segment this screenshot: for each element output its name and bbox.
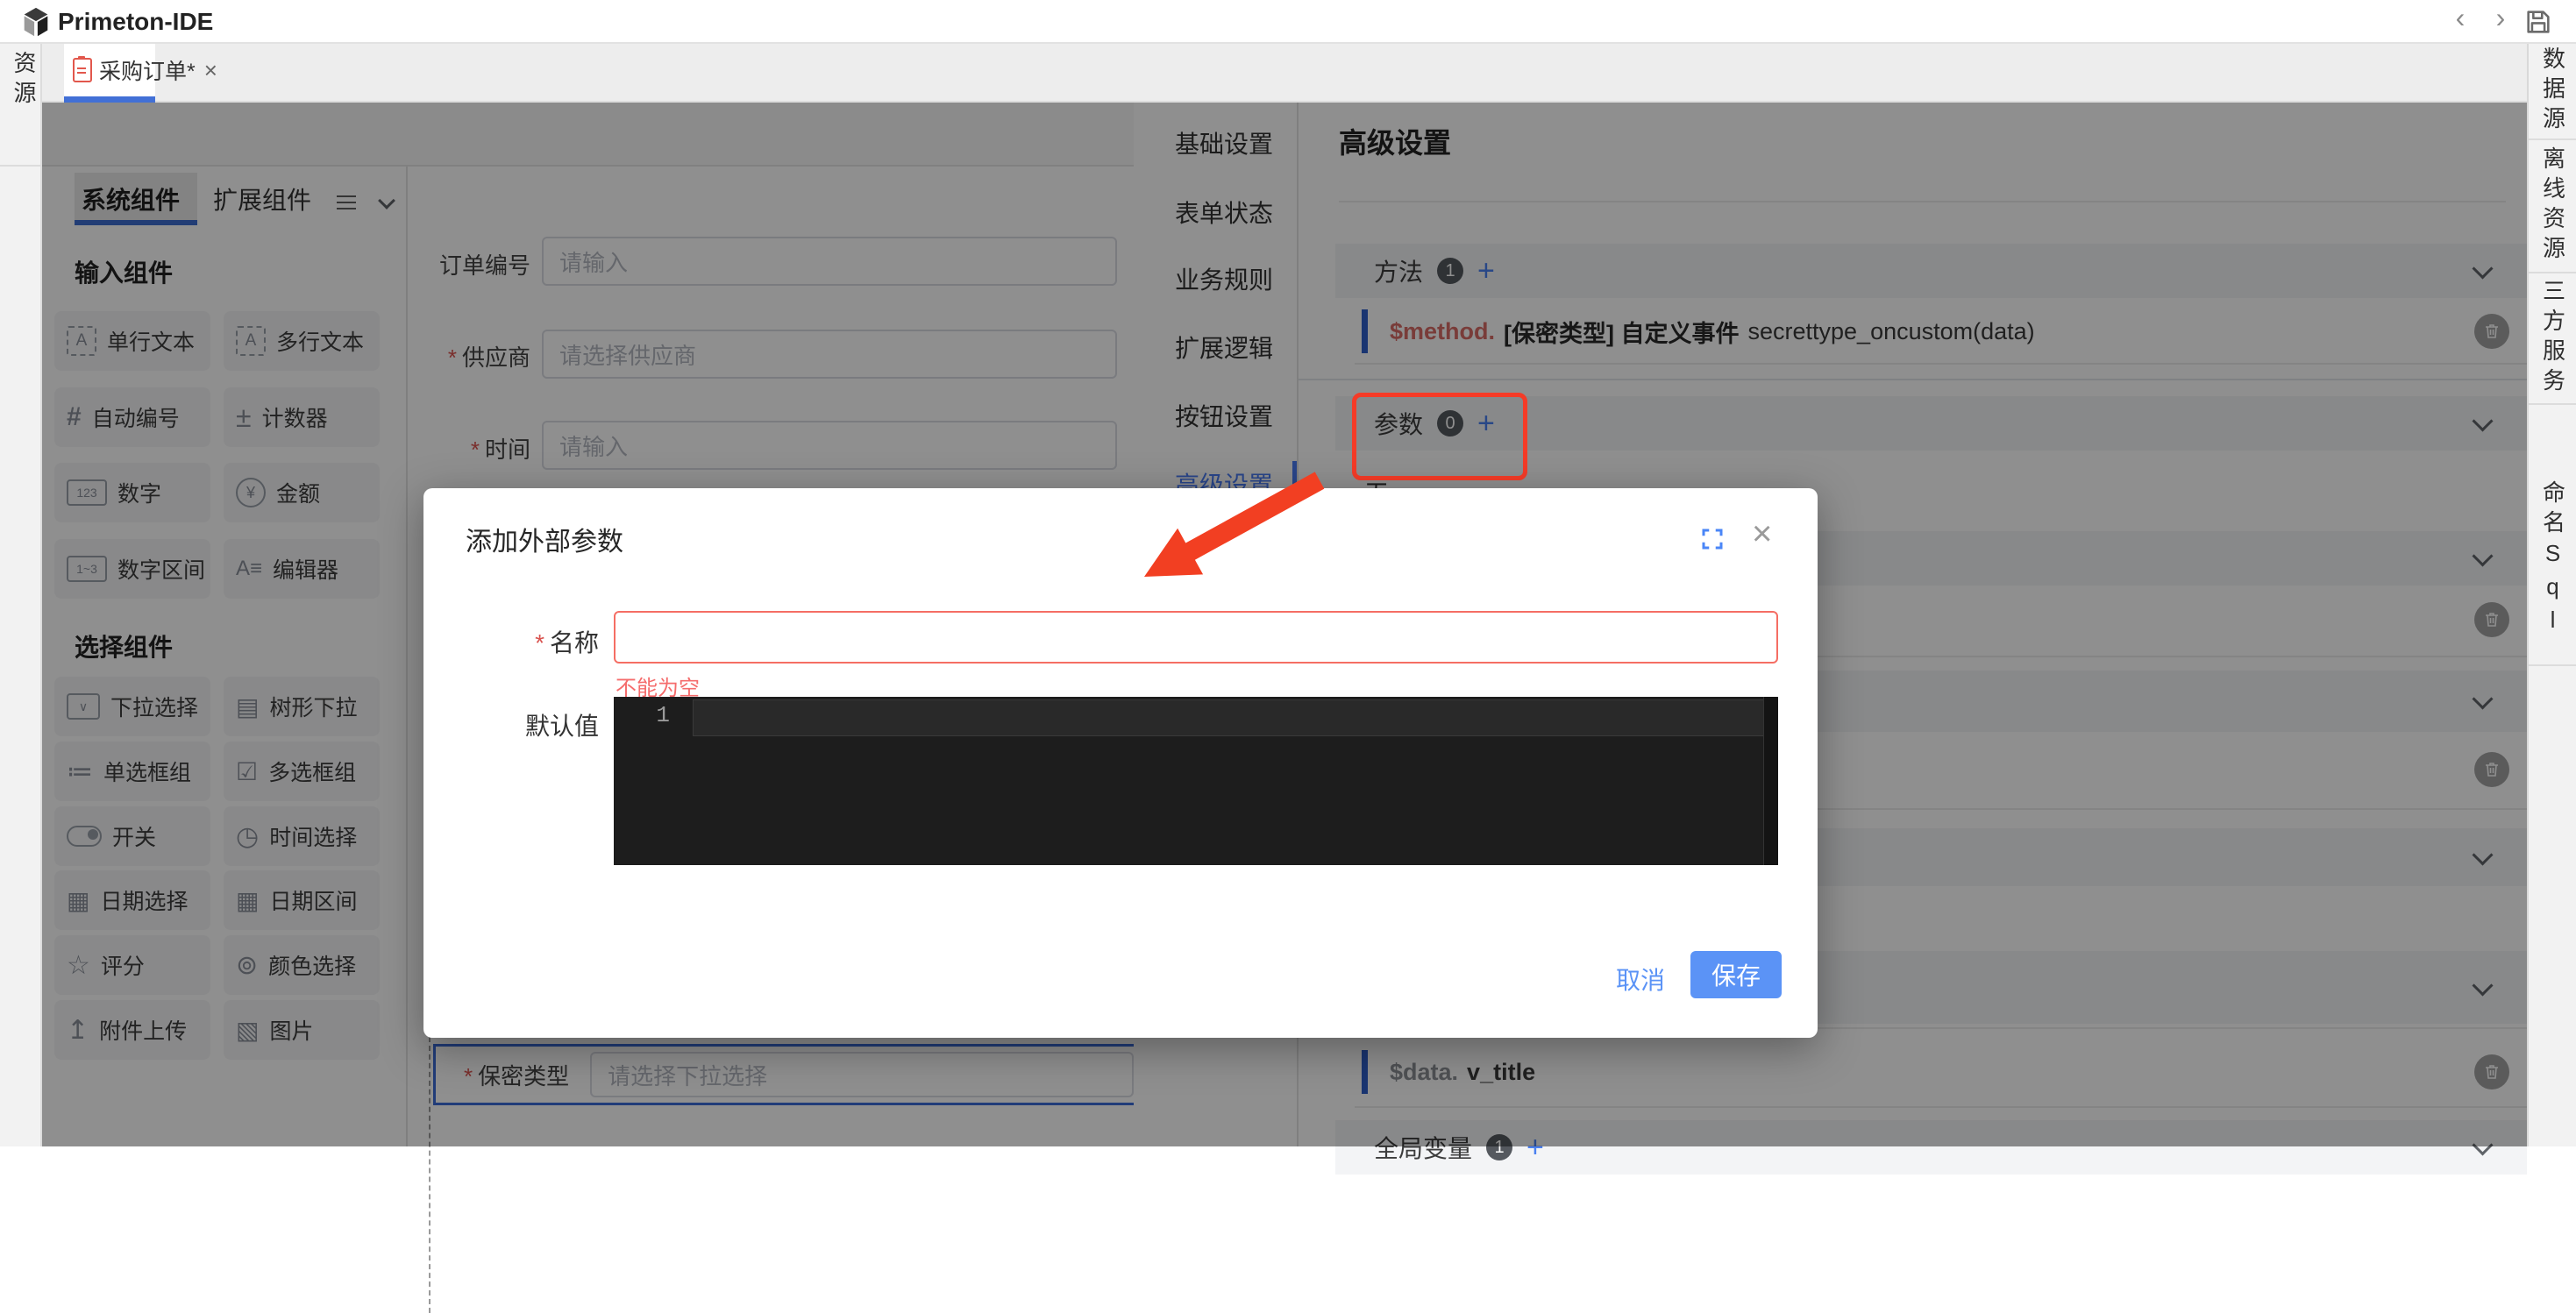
nav-back-icon[interactable]: ‹ bbox=[2443, 2, 2478, 34]
tab-active-underline bbox=[64, 96, 155, 103]
rail-divider bbox=[0, 165, 42, 167]
rail-item-label: 数据源 bbox=[2537, 46, 2570, 136]
nav-forward-icon[interactable]: › bbox=[2483, 2, 2518, 34]
label-text: 名称 bbox=[550, 629, 599, 656]
app-title: Primeton-IDE bbox=[58, 8, 213, 36]
editor-scrollbar[interactable] bbox=[1763, 697, 1778, 865]
rail-item-label: 命名Sql bbox=[2537, 480, 2570, 640]
left-rail: 资源 bbox=[0, 44, 42, 1146]
default-value-code-editor[interactable]: 1 bbox=[614, 697, 1778, 865]
rail-item-datasource[interactable]: 数据源 bbox=[2529, 44, 2576, 140]
rail-item-named-sql[interactable]: 命名Sql bbox=[2529, 405, 2576, 666]
tab-bar: 采购订单* × bbox=[42, 44, 2527, 103]
tab-close-icon[interactable]: × bbox=[204, 57, 217, 84]
save-icon[interactable] bbox=[2523, 7, 2553, 37]
label-text: 默认值 bbox=[525, 713, 599, 740]
right-rail: 数据源 离线资源 三方服务 命名Sql bbox=[2527, 44, 2576, 1146]
form-file-icon bbox=[73, 58, 92, 82]
rail-item-label: 离线资源 bbox=[2537, 146, 2570, 266]
cancel-button[interactable]: 取消 bbox=[1616, 962, 1665, 997]
fullscreen-icon[interactable] bbox=[1699, 526, 1726, 552]
editor-active-line bbox=[693, 699, 1764, 736]
tab-title: 采购订单* bbox=[99, 54, 196, 86]
app-logo bbox=[19, 6, 53, 39]
close-icon[interactable]: × bbox=[1752, 515, 1772, 554]
annotation-highlight-box bbox=[1352, 393, 1527, 480]
rail-item-resources[interactable]: 资源 bbox=[8, 51, 40, 110]
tab-purchase-order[interactable]: 采购订单* × bbox=[64, 44, 155, 96]
rail-item-offline-resources[interactable]: 离线资源 bbox=[2529, 140, 2576, 273]
default-value-label: 默认值 bbox=[459, 707, 599, 742]
rail-item-label: 三方服务 bbox=[2537, 279, 2570, 398]
name-input[interactable] bbox=[614, 611, 1778, 664]
save-button[interactable]: 保存 bbox=[1690, 951, 1782, 998]
editor-line-number: 1 bbox=[635, 702, 670, 728]
name-field-label: *名称 bbox=[459, 624, 599, 659]
dialog-title: 添加外部参数 bbox=[466, 520, 623, 558]
app-header: Primeton-IDE ‹ › bbox=[0, 0, 2576, 44]
add-external-param-dialog: 添加外部参数 × *名称 不能为空 默认值 1 取消 保存 bbox=[423, 488, 1818, 1038]
required-mark: * bbox=[535, 629, 544, 656]
rail-item-thirdparty-services[interactable]: 三方服务 bbox=[2529, 273, 2576, 405]
